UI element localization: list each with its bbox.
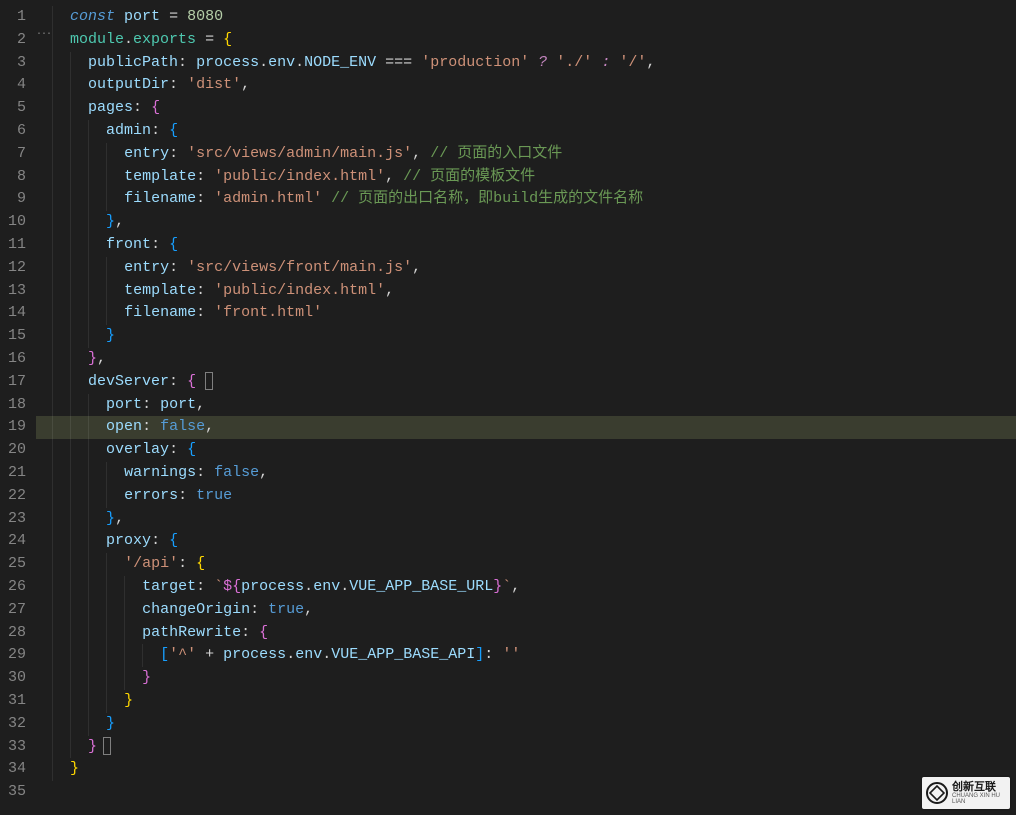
code-line[interactable]: target: `${process.env.VUE_APP_BASE_URL}… — [36, 576, 1016, 599]
code-line[interactable]: entry: 'src/views/front/main.js', — [36, 257, 1016, 280]
line-number: 3 — [0, 52, 36, 75]
line-number: 25 — [0, 553, 36, 576]
line-number: 20 — [0, 439, 36, 462]
code-line[interactable]: publicPath: process.env.NODE_ENV === 'pr… — [36, 52, 1016, 75]
line-number: 21 — [0, 462, 36, 485]
code-line[interactable]: open: false, — [36, 416, 1016, 439]
code-line[interactable]: changeOrigin: true, — [36, 599, 1016, 622]
code-line[interactable]: const port = 8080 — [36, 6, 1016, 29]
line-number: 33 — [0, 736, 36, 759]
line-number: 13 — [0, 280, 36, 303]
line-number: 4 — [0, 74, 36, 97]
line-number: 27 — [0, 599, 36, 622]
line-number: 28 — [0, 622, 36, 645]
code-line[interactable]: outputDir: 'dist', — [36, 74, 1016, 97]
line-number: 29 — [0, 644, 36, 667]
code-line[interactable]: entry: 'src/views/admin/main.js', // 页面的… — [36, 143, 1016, 166]
code-line[interactable] — [36, 781, 1016, 804]
line-number: 12 — [0, 257, 36, 280]
code-line[interactable]: } — [36, 758, 1016, 781]
code-line[interactable]: admin: { — [36, 120, 1016, 143]
line-number: 15 — [0, 325, 36, 348]
code-line[interactable]: module.exports = { — [36, 29, 1016, 52]
line-number: 26 — [0, 576, 36, 599]
line-number: 1 — [0, 6, 36, 29]
line-number: 23 — [0, 508, 36, 531]
code-line[interactable]: template: 'public/index.html', // 页面的模板文… — [36, 166, 1016, 189]
line-number: 6 — [0, 120, 36, 143]
code-line[interactable]: warnings: false, — [36, 462, 1016, 485]
code-line[interactable]: port: port, — [36, 394, 1016, 417]
line-number: 7 — [0, 143, 36, 166]
code-line[interactable]: } — [36, 736, 1016, 759]
code-line[interactable]: errors: true — [36, 485, 1016, 508]
code-editor[interactable]: 1234567891011121314151617181920212223242… — [0, 0, 1016, 815]
line-number: 8 — [0, 166, 36, 189]
code-area[interactable]: const port = 8080 module.exports = { pub… — [36, 0, 1016, 815]
brand-logo-icon — [926, 782, 948, 804]
line-gutter: 1234567891011121314151617181920212223242… — [0, 0, 36, 815]
code-line[interactable]: proxy: { — [36, 530, 1016, 553]
code-line[interactable]: devServer: { — [36, 371, 1016, 394]
line-number: 10 — [0, 211, 36, 234]
line-number: 31 — [0, 690, 36, 713]
code-line[interactable]: } — [36, 690, 1016, 713]
code-line[interactable]: front: { — [36, 234, 1016, 257]
code-line[interactable]: ['^' + process.env.VUE_APP_BASE_API]: '' — [36, 644, 1016, 667]
line-number: 22 — [0, 485, 36, 508]
code-line[interactable]: }, — [36, 348, 1016, 371]
line-number: 32 — [0, 713, 36, 736]
line-number: 24 — [0, 530, 36, 553]
line-number: 19 — [0, 416, 36, 439]
brand-watermark: 创新互联 CHUANG XIN HU LIAN — [922, 777, 1010, 809]
code-line[interactable]: } — [36, 325, 1016, 348]
code-line[interactable]: pathRewrite: { — [36, 622, 1016, 645]
line-number: 16 — [0, 348, 36, 371]
code-line[interactable]: }, — [36, 211, 1016, 234]
line-number: 14 — [0, 302, 36, 325]
brand-title: 创新互联 — [952, 782, 1006, 793]
code-line[interactable]: overlay: { — [36, 439, 1016, 462]
code-line[interactable]: }, — [36, 508, 1016, 531]
line-number: 30 — [0, 667, 36, 690]
code-line[interactable]: filename: 'admin.html' // 页面的出口名称，即build… — [36, 188, 1016, 211]
code-line[interactable]: template: 'public/index.html', — [36, 280, 1016, 303]
code-line[interactable]: filename: 'front.html' — [36, 302, 1016, 325]
brand-subtitle: CHUANG XIN HU LIAN — [952, 793, 1006, 805]
line-number: 2 — [0, 29, 36, 52]
line-number: 35 — [0, 781, 36, 804]
line-number: 17 — [0, 371, 36, 394]
code-line[interactable]: '/api': { — [36, 553, 1016, 576]
line-number: 34 — [0, 758, 36, 781]
line-number: 11 — [0, 234, 36, 257]
line-number: 9 — [0, 188, 36, 211]
code-line[interactable]: } — [36, 667, 1016, 690]
line-number: 18 — [0, 394, 36, 417]
code-line[interactable]: pages: { — [36, 97, 1016, 120]
code-line[interactable]: } — [36, 713, 1016, 736]
line-number: 5 — [0, 97, 36, 120]
